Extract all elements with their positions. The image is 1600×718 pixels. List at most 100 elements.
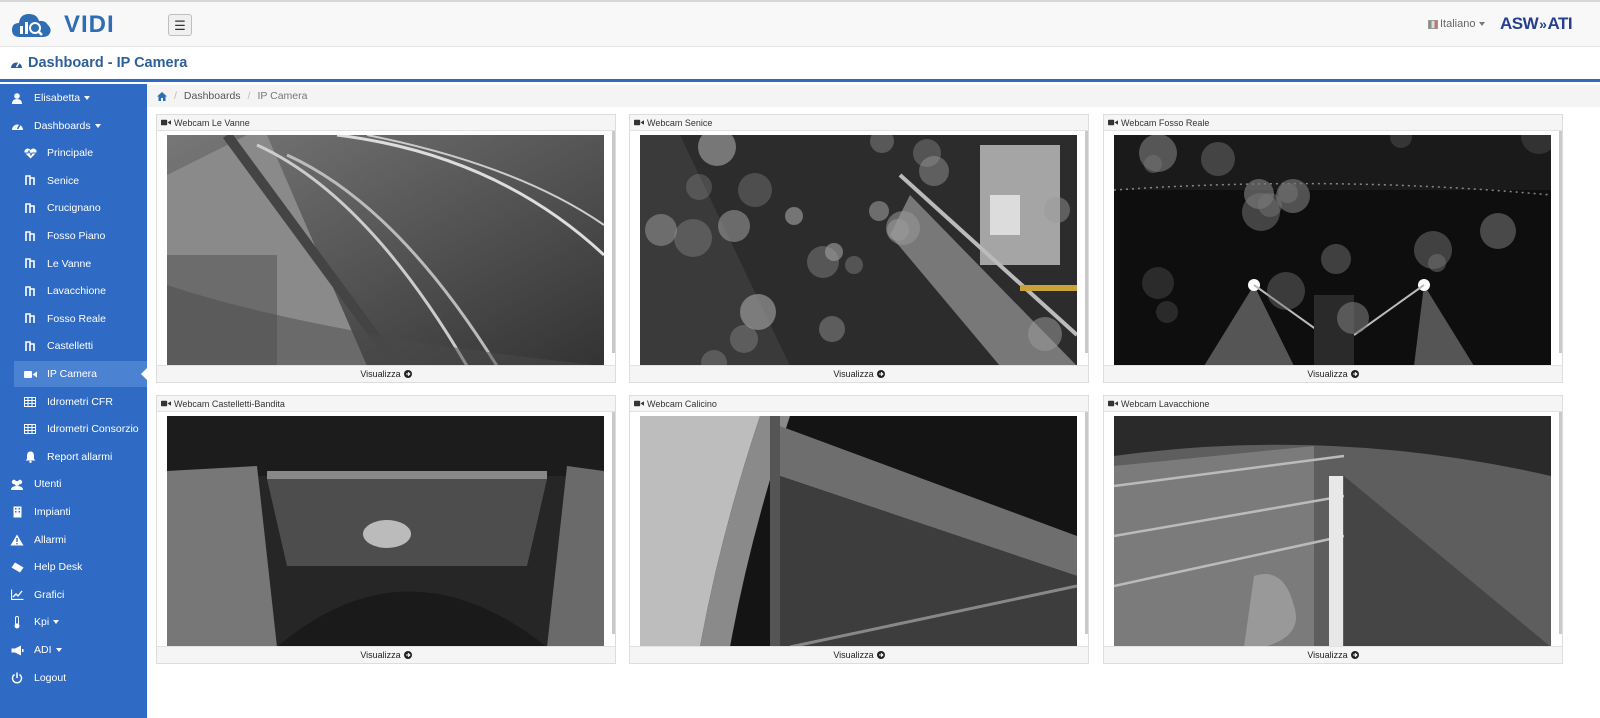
sidebar-item-label: Le Vanne xyxy=(47,257,92,270)
sidebar-item-label: Lavacchione xyxy=(47,285,106,298)
bell-icon xyxy=(21,451,39,463)
visualizza-button[interactable]: Visualizza xyxy=(157,365,615,382)
visualizza-button[interactable]: Visualizza xyxy=(1104,646,1562,663)
sidebar-item-allarmi[interactable]: Allarmi xyxy=(0,527,147,553)
sidebar-item-label: Logout xyxy=(34,671,67,684)
flag-icon xyxy=(1428,19,1438,29)
visualizza-label: Visualizza xyxy=(1307,650,1348,660)
sidebar-item-dashboards[interactable]: Dashboards xyxy=(0,113,147,139)
visualizza-label: Visualizza xyxy=(833,650,874,660)
table-icon xyxy=(21,424,39,435)
camera-feed-image[interactable] xyxy=(640,416,1077,647)
sidebar-item-idrometri-consorzio[interactable]: Idrometri Consorzio xyxy=(0,416,147,442)
sidebar-item-elisabetta[interactable]: Elisabetta xyxy=(0,85,147,111)
panel-scrollbar[interactable] xyxy=(1085,412,1088,634)
caret-down-icon xyxy=(94,123,101,128)
arrow-circle-right-icon xyxy=(403,370,412,378)
sidebar-item-utenti[interactable]: Utenti xyxy=(0,471,147,497)
panel-scrollbar[interactable] xyxy=(612,412,615,634)
sidebar-item-le-vanne[interactable]: Le Vanne xyxy=(0,251,147,277)
sidebar: Elisabetta Dashboards Principale Senice Cruc… xyxy=(0,84,147,718)
arrow-circle-right-icon xyxy=(403,651,412,659)
sidebar-item-ip-camera[interactable]: IP Camera xyxy=(14,361,147,387)
caret-down-icon xyxy=(55,648,62,652)
panel-scrollbar[interactable] xyxy=(1559,131,1562,353)
flow-icon xyxy=(21,285,39,297)
visualizza-button[interactable]: Visualizza xyxy=(1104,365,1562,382)
partner-logo-right: ATI xyxy=(1547,14,1573,33)
breadcrumb: / Dashboards / IP Camera xyxy=(147,85,1600,107)
camera-panel-header: Webcam Fosso Reale xyxy=(1104,115,1562,131)
breadcrumb-dashboards[interactable]: Dashboards xyxy=(184,90,241,102)
visualizza-label: Visualizza xyxy=(360,650,401,660)
video-camera-icon xyxy=(21,370,39,379)
sidebar-item-idrometri-cfr[interactable]: Idrometri CFR xyxy=(0,389,147,415)
caret-down-icon xyxy=(1479,22,1486,26)
panel-scrollbar[interactable] xyxy=(1085,131,1088,353)
camera-panel: Webcam Fosso Reale Visualizza xyxy=(1103,114,1563,383)
sidebar-item-fosso-piano[interactable]: Fosso Piano xyxy=(0,223,147,249)
camera-panel-header: Webcam Calicino xyxy=(630,396,1088,412)
caret-down-icon xyxy=(84,96,91,100)
sidebar-item-crucignano[interactable]: Crucignano xyxy=(0,195,147,221)
sidebar-item-castelletti[interactable]: Castelletti xyxy=(0,333,147,359)
sidebar-item-label: Castelletti xyxy=(47,340,94,353)
visualizza-button[interactable]: Visualizza xyxy=(157,646,615,663)
sidebar-item-logout[interactable]: Logout xyxy=(0,665,147,691)
thermometer-icon xyxy=(8,615,26,629)
cloud-chart-icon xyxy=(12,14,51,37)
visualizza-label: Visualizza xyxy=(833,369,874,379)
sidebar-item-lavacchione[interactable]: Lavacchione xyxy=(0,278,147,304)
panel-scrollbar[interactable] xyxy=(612,131,615,353)
video-camera-icon xyxy=(161,400,171,407)
camera-title: Webcam Fosso Reale xyxy=(1121,117,1210,128)
sidebar-item-principale[interactable]: Principale xyxy=(0,140,147,166)
sidebar-item-label: Dashboards xyxy=(34,119,91,132)
video-camera-icon xyxy=(634,400,644,407)
visualizza-button[interactable]: Visualizza xyxy=(630,365,1088,382)
camera-feed-image[interactable] xyxy=(167,135,604,366)
sidebar-item-label: Idrometri Consorzio xyxy=(47,423,139,436)
language-selector[interactable]: Italiano xyxy=(1428,18,1486,30)
sidebar-item-kpi[interactable]: Kpi xyxy=(0,609,147,635)
menu-toggle-button[interactable]: ☰ xyxy=(168,14,192,36)
camera-feed-image[interactable] xyxy=(167,416,604,647)
breadcrumb-current: IP Camera xyxy=(257,90,308,102)
brand-name: VIDI xyxy=(64,11,115,38)
sidebar-item-label: Grafici xyxy=(34,588,65,601)
megaphone-icon xyxy=(8,645,26,656)
sidebar-item-label: Senice xyxy=(47,174,80,187)
caret-down-icon xyxy=(53,620,60,625)
arrow-circle-right-icon xyxy=(1350,651,1359,659)
sidebar-item-label: Fosso Reale xyxy=(47,312,106,325)
breadcrumb-separator: / xyxy=(247,90,251,102)
flow-icon xyxy=(21,258,39,269)
camera-title: Webcam Lavacchione xyxy=(1121,398,1210,409)
brand-logo[interactable]: VIDI xyxy=(10,7,115,43)
camera-feed-image[interactable] xyxy=(1114,135,1551,366)
home-icon[interactable] xyxy=(157,91,167,101)
panel-scrollbar[interactable] xyxy=(1559,412,1562,634)
camera-title: Webcam Le Vanne xyxy=(174,117,250,128)
sidebar-item-label: Help Desk xyxy=(34,561,83,574)
camera-feed-image[interactable] xyxy=(640,135,1077,366)
visualizza-button[interactable]: Visualizza xyxy=(630,646,1088,663)
sidebar-item-label: Fosso Piano xyxy=(47,230,106,242)
warning-icon xyxy=(8,534,26,546)
camera-title: Webcam Castelletti-Bandita xyxy=(174,398,285,409)
video-camera-icon xyxy=(634,119,644,126)
line-chart-icon xyxy=(8,589,26,601)
camera-feed-image[interactable] xyxy=(1114,416,1551,647)
sidebar-item-report-allarmi[interactable]: Report allarmi xyxy=(0,444,147,470)
sidebar-item-impianti[interactable]: Impianti xyxy=(0,499,147,525)
sidebar-item-fosso-reale[interactable]: Fosso Reale xyxy=(0,306,147,332)
sidebar-item-help-desk[interactable]: Help Desk xyxy=(0,554,147,580)
double-arrow-icon: » xyxy=(1539,16,1547,32)
sidebar-item-grafici[interactable]: Grafici xyxy=(0,582,147,608)
sidebar-item-senice[interactable]: Senice xyxy=(0,168,147,194)
partner-logo: ASW » ATI xyxy=(1500,14,1573,34)
arrow-circle-right-icon xyxy=(876,370,885,378)
sidebar-item-label: Principale xyxy=(47,147,94,160)
camera-panel-header: Webcam Senice xyxy=(630,115,1088,131)
sidebar-item-adi[interactable]: ADI xyxy=(0,637,147,663)
